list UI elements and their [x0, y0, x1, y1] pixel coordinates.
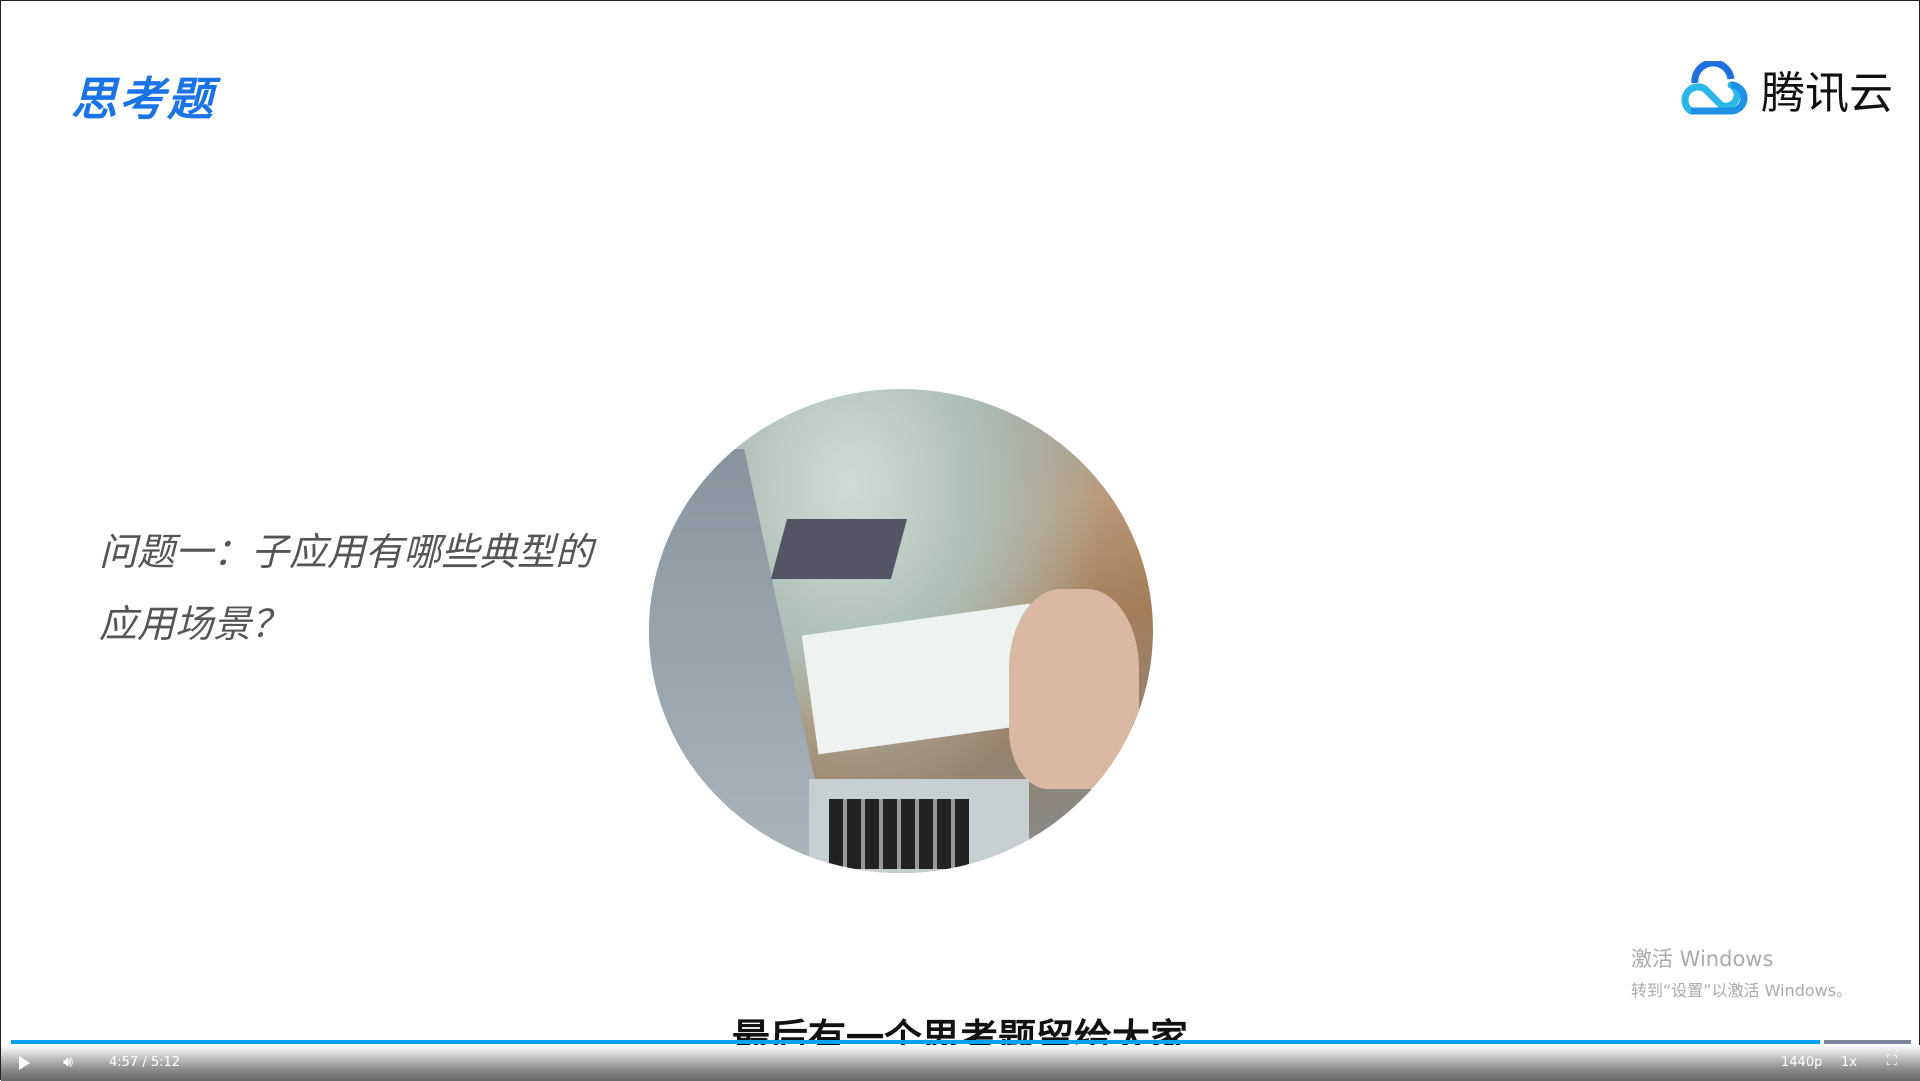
- cloud-logo-icon: [1681, 61, 1748, 115]
- buffered-bar: [1824, 1040, 1911, 1044]
- player-controls: 🔊︎ 4:57 / 5:12 1440p 1x ⛶: [1, 1045, 1920, 1081]
- volume-icon[interactable]: 🔊︎: [63, 1052, 73, 1072]
- exit-fullscreen-icon[interactable]: ⛶: [1887, 1053, 1897, 1069]
- play-icon[interactable]: [19, 1056, 30, 1070]
- played-bar: [11, 1040, 1820, 1044]
- question-line: 应用场景？: [99, 602, 290, 646]
- brand-name: 腾讯云: [1761, 68, 1893, 119]
- windows-activation-watermark: 激活 Windows 转到“设置”以激活 Windows。: [1631, 943, 1852, 1001]
- time-display: 4:57 / 5:12: [109, 1055, 181, 1070]
- question-line: 问题一：子应用有哪些典型的: [99, 530, 594, 574]
- tencent-cloud-logo: 腾讯云: [1675, 57, 1893, 121]
- question-text: 问题一：子应用有哪些典型的 应用场景？: [99, 516, 639, 660]
- watermark-line: 激活 Windows: [1631, 947, 1774, 971]
- speed-button[interactable]: 1x: [1841, 1055, 1857, 1070]
- office-desk-photo: [649, 389, 1153, 873]
- slide-title: 思考题: [71, 72, 215, 126]
- watermark-line: 转到“设置”以激活 Windows。: [1631, 981, 1853, 1000]
- quality-button[interactable]: 1440p: [1781, 1055, 1822, 1070]
- progress-bar[interactable]: [11, 1040, 1911, 1044]
